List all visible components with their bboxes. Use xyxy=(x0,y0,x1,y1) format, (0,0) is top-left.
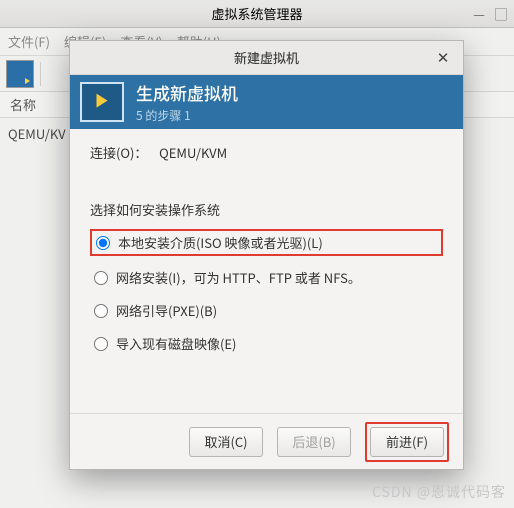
monitor-play-icon xyxy=(80,82,124,122)
install-method-group: 本地安装介质(ISO 映像或者光驱)(L) 网络安装(I)，可为 HTTP、FT… xyxy=(90,229,443,355)
radio-network-install[interactable]: 网络安装(I)，可为 HTTP、FTP 或者 NFS。 xyxy=(90,266,443,289)
radio-pxe[interactable]: 网络引导(PXE)(B) xyxy=(90,299,443,322)
connection-row: 连接(O)： QEMU/KVM xyxy=(90,143,443,162)
forward-button[interactable]: 前进(F) xyxy=(370,427,444,457)
radio-import-disk[interactable]: 导入现有磁盘映像(E) xyxy=(90,332,443,355)
radio-import-disk-input[interactable] xyxy=(94,337,108,351)
dialog-header-title: 生成新虚拟机 xyxy=(136,80,238,105)
dialog-body: 连接(O)： QEMU/KVM 选择如何安装操作系统 本地安装介质(ISO 映像… xyxy=(70,129,463,413)
dialog-header-band: 生成新虚拟机 5 的步骤 1 xyxy=(70,75,463,129)
back-button-label: 后退(B) xyxy=(292,432,335,451)
radio-import-disk-label: 导入现有磁盘映像(E) xyxy=(116,334,236,353)
forward-button-highlight: 前进(F) xyxy=(365,422,449,462)
radio-network-install-label: 网络安装(I)，可为 HTTP、FTP 或者 NFS。 xyxy=(116,268,361,287)
radio-network-install-input[interactable] xyxy=(94,271,108,285)
back-button[interactable]: 后退(B) xyxy=(277,427,351,457)
install-method-label: 选择如何安装操作系统 xyxy=(90,200,443,219)
cancel-button[interactable]: 取消(C) xyxy=(189,427,263,457)
radio-local-media[interactable]: 本地安装介质(ISO 映像或者光驱)(L) xyxy=(90,229,443,256)
radio-local-media-input[interactable] xyxy=(96,236,110,250)
modal-overlay: 新建虚拟机 ✕ 生成新虚拟机 5 的步骤 1 连接(O)： QEMU/KVM 选… xyxy=(0,0,514,508)
close-icon[interactable]: ✕ xyxy=(433,47,453,67)
connection-label: 连接(O)： xyxy=(90,143,147,162)
connection-value: QEMU/KVM xyxy=(159,143,227,162)
radio-local-media-label: 本地安装介质(ISO 映像或者光驱)(L) xyxy=(118,233,323,252)
radio-pxe-input[interactable] xyxy=(94,304,108,318)
forward-button-label: 前进(F) xyxy=(386,432,428,451)
watermark: CSDN @恩诚代码客 xyxy=(372,482,506,502)
new-vm-dialog: 新建虚拟机 ✕ 生成新虚拟机 5 的步骤 1 连接(O)： QEMU/KVM 选… xyxy=(69,40,464,470)
dialog-footer: 取消(C) 后退(B) 前进(F) xyxy=(70,413,463,469)
cancel-button-label: 取消(C) xyxy=(204,432,247,451)
dialog-title: 新建虚拟机 xyxy=(234,48,299,67)
dialog-step-line: 5 的步骤 1 xyxy=(136,107,238,124)
dialog-titlebar: 新建虚拟机 ✕ xyxy=(70,41,463,75)
radio-pxe-label: 网络引导(PXE)(B) xyxy=(116,301,217,320)
